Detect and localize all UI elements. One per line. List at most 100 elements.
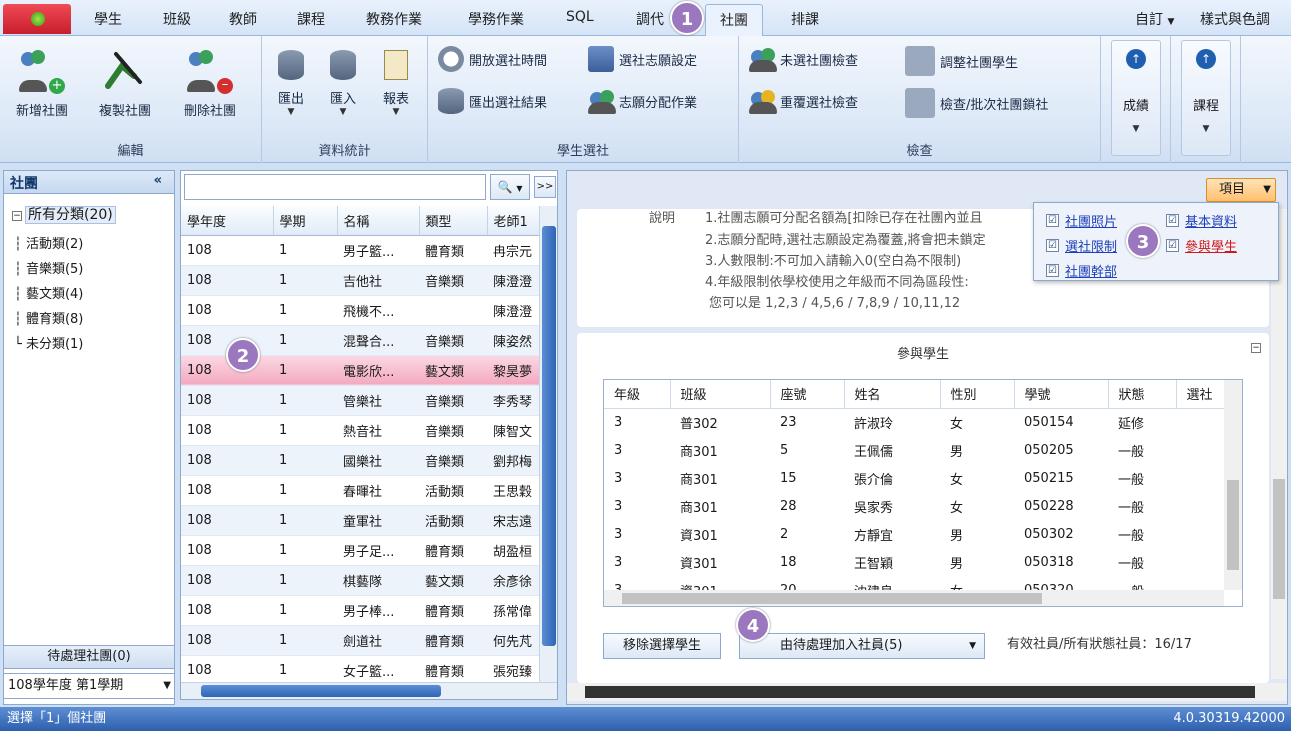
- scrollbar-thumb[interactable]: [1273, 479, 1285, 599]
- scrollbar-thumb[interactable]: [542, 226, 556, 646]
- table-row[interactable]: 108 1 管樂社 音樂類 李秀琴: [181, 385, 539, 416]
- copy-club-button[interactable]: 複製社團: [85, 44, 165, 119]
- horizontal-scrollbar[interactable]: [604, 590, 1224, 606]
- selection-preference-button[interactable]: 選社志願設定: [588, 46, 697, 72]
- horizontal-scrollbar[interactable]: [181, 682, 557, 699]
- table-row[interactable]: 108 1 童軍社 活動類 宋志遠: [181, 505, 539, 536]
- column-header[interactable]: 座號: [770, 380, 845, 409]
- expand-search-button[interactable]: >>: [534, 176, 556, 198]
- table-row[interactable]: 108 1 男子棒... 體育類 孫常偉: [181, 595, 539, 626]
- search-button[interactable]: 🔍 ▼: [490, 174, 530, 200]
- table-row[interactable]: 108 1 飛機不... 陳澄澄: [181, 295, 539, 326]
- tree-item-activity[interactable]: ┆ 活動類(2): [14, 233, 83, 252]
- preference-assign-button[interactable]: 志願分配作業: [588, 88, 697, 114]
- tree-collapse-icon[interactable]: −: [12, 211, 22, 221]
- checkbox-checked-icon[interactable]: ☑: [1166, 239, 1179, 252]
- open-selection-time-button[interactable]: 開放選社時間: [438, 46, 547, 72]
- tree-root-all[interactable]: − 所有分類(20): [12, 204, 116, 224]
- import-button[interactable]: 匯入 ▼: [318, 44, 368, 117]
- table-header-row: 年級 班級 座號 姓名 性別 學號 狀態 選社: [604, 380, 1225, 409]
- adjust-club-student-button[interactable]: 調整社團學生: [905, 46, 1018, 76]
- tab-substitute[interactable]: 調代: [636, 9, 664, 29]
- table-row[interactable]: 108 1 劍道社 體育類 何先芃: [181, 625, 539, 656]
- grades-button[interactable]: ↑ 成績 ▼: [1111, 40, 1161, 156]
- column-header[interactable]: 年級: [604, 380, 671, 409]
- semester-select[interactable]: 108學年度 第1學期 ▼: [3, 673, 175, 699]
- tab-student[interactable]: 學生: [94, 9, 122, 29]
- checkbox-checked-icon[interactable]: ☑: [1046, 239, 1059, 252]
- remove-selected-students-button[interactable]: 移除選擇學生: [603, 633, 721, 659]
- export-button[interactable]: 匯出 ▼: [266, 44, 316, 117]
- table-row[interactable]: 3 普302 23 許淑玲女 050154 延修: [604, 408, 1224, 436]
- vertical-scrollbar[interactable]: [1224, 380, 1242, 590]
- table-row[interactable]: 3 商301 28 吳家秀女 050228 一般: [604, 492, 1224, 520]
- column-header[interactable]: 學期: [273, 206, 338, 236]
- column-header[interactable]: 學號: [1014, 380, 1109, 409]
- horizontal-scrollbar[interactable]: [567, 683, 1287, 701]
- checkbox-checked-icon[interactable]: ☑: [1046, 264, 1059, 277]
- vertical-scrollbar[interactable]: [539, 206, 557, 682]
- tab-course[interactable]: 課程: [297, 9, 325, 29]
- tab-academic[interactable]: 教務作業: [366, 9, 422, 29]
- table-row[interactable]: 3 資301 2 方靜宜男 050302 一般: [604, 520, 1224, 548]
- scrollbar-thumb[interactable]: [201, 685, 441, 697]
- unselected-check-button[interactable]: 未選社團檢查: [749, 46, 858, 72]
- table-row[interactable]: 3 商301 5 王佩儒男 050205 一般: [604, 436, 1224, 464]
- tab-student-affairs[interactable]: 學務作業: [468, 9, 524, 29]
- tree-item-sports[interactable]: ┆ 體育類(8): [14, 308, 83, 327]
- tree-item-uncategorized[interactable]: └ 未分類(1): [14, 333, 83, 352]
- courses-button[interactable]: ↑ 課程 ▼: [1181, 40, 1231, 156]
- app-orb-button[interactable]: [3, 4, 71, 34]
- batch-lock-button[interactable]: 檢查/批次社團鎖社: [905, 88, 1048, 118]
- items-dropdown-button[interactable]: 項目 ▼: [1206, 178, 1276, 202]
- column-header[interactable]: 類型: [419, 206, 488, 236]
- item-basic-info[interactable]: ☑ 基本資料: [1166, 211, 1237, 230]
- duplicate-check-button[interactable]: 重覆選社檢查: [749, 88, 858, 114]
- collapse-panel-icon[interactable]: «: [154, 173, 162, 188]
- column-header[interactable]: 班級: [670, 380, 771, 409]
- style-color-menu[interactable]: 樣式與色調: [1200, 9, 1270, 29]
- search-input[interactable]: [184, 174, 486, 200]
- column-header[interactable]: 學年度: [181, 206, 274, 236]
- tree-item-music[interactable]: ┆ 音樂類(5): [14, 258, 83, 277]
- table-row[interactable]: 108 1 國樂社 音樂類 劉邦梅: [181, 445, 539, 476]
- checkbox-checked-icon[interactable]: ☑: [1166, 214, 1179, 227]
- tree-item-art[interactable]: ┆ 藝文類(4): [14, 283, 83, 302]
- tab-class[interactable]: 班級: [163, 9, 191, 29]
- column-header[interactable]: 狀態: [1108, 380, 1177, 409]
- scrollbar-thumb[interactable]: [1227, 480, 1239, 570]
- column-header[interactable]: 選社: [1176, 380, 1225, 409]
- pending-clubs-button[interactable]: 待處理社團(0): [3, 645, 175, 669]
- item-club-officers[interactable]: ☑ 社團幹部: [1046, 261, 1117, 280]
- table-row[interactable]: 108 1 熱音社 音樂類 陳智文: [181, 415, 539, 446]
- add-club-button[interactable]: + 新增社團: [2, 44, 82, 119]
- delete-club-button[interactable]: – 刪除社團: [170, 44, 250, 119]
- tab-club[interactable]: 社團: [705, 4, 763, 37]
- collapse-section-icon[interactable]: −: [1251, 343, 1261, 353]
- tab-teacher[interactable]: 教師: [229, 9, 257, 29]
- tab-sql[interactable]: SQL: [566, 9, 594, 25]
- report-button[interactable]: 報表 ▼: [368, 44, 424, 117]
- customize-menu[interactable]: 自訂 ▼: [1135, 9, 1174, 29]
- column-header[interactable]: 性別: [940, 380, 1015, 409]
- checkbox-checked-icon[interactable]: ☑: [1046, 214, 1059, 227]
- column-header[interactable]: 名稱: [337, 206, 420, 236]
- table-row[interactable]: 108 1 女子籃... 體育類 張宛臻: [181, 655, 539, 686]
- add-from-pending-button[interactable]: 由待處理加入社員(5) ▼: [739, 633, 985, 659]
- table-row[interactable]: 108 1 男子籃... 體育類 冉宗元: [181, 235, 539, 266]
- tab-schedule[interactable]: 排課: [791, 9, 819, 29]
- table-row[interactable]: 108 1 吉他社 音樂類 陳澄澄: [181, 265, 539, 296]
- scrollbar-thumb[interactable]: [585, 686, 1255, 698]
- table-row[interactable]: 108 1 棋藝隊 藝文類 余彥徐: [181, 565, 539, 596]
- table-row[interactable]: 3 資301 18 王智穎男 050318 一般: [604, 548, 1224, 576]
- item-selection-limit[interactable]: ☑ 選社限制: [1046, 236, 1117, 255]
- column-header[interactable]: 老師1: [487, 206, 540, 236]
- table-row[interactable]: 3 商301 15 張介倫女 050215 一般: [604, 464, 1224, 492]
- table-row[interactable]: 108 1 春暉社 活動類 王思穀: [181, 475, 539, 506]
- table-row[interactable]: 108 1 男子足... 體育類 胡盈桓: [181, 535, 539, 566]
- item-participants[interactable]: ☑ 參與學生: [1166, 236, 1237, 255]
- column-header[interactable]: 姓名: [844, 380, 941, 409]
- item-club-photo[interactable]: ☑ 社團照片: [1046, 211, 1117, 230]
- scrollbar-thumb[interactable]: [622, 593, 1042, 604]
- export-selection-result-button[interactable]: 匯出選社結果: [438, 88, 547, 114]
